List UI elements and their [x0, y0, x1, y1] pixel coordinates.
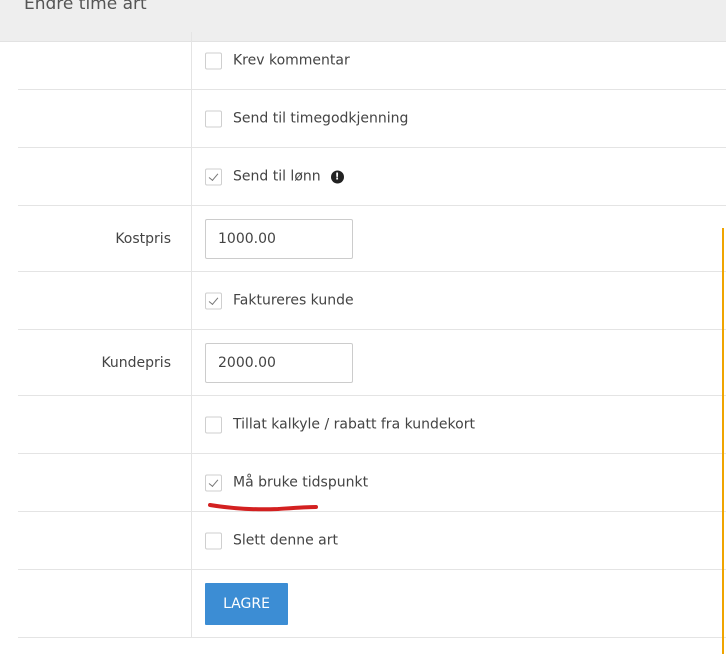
row-faktureres-kunde: Faktureres kunde	[18, 272, 726, 330]
checkbox-faktureres-kunde-wrap[interactable]: Faktureres kunde	[205, 292, 354, 309]
checkbox-ma-bruke-tidspunkt[interactable]	[205, 474, 222, 491]
row-ma-bruke-tidspunkt: Må bruke tidspunkt	[18, 454, 726, 512]
red-underline-annotation	[208, 503, 318, 512]
label-cell	[18, 32, 192, 89]
checkbox-slett-art[interactable]	[205, 532, 222, 549]
checkbox-krev-kommentar[interactable]	[205, 52, 222, 69]
label-cell	[18, 90, 192, 147]
label-cell	[18, 396, 192, 453]
field-cell: Slett denne art	[205, 512, 726, 569]
kundepris-input[interactable]	[205, 342, 353, 383]
field-cell: Krev kommentar	[205, 32, 726, 89]
checkbox-tillat-kalkyle[interactable]	[205, 416, 222, 433]
label-cell: Kostpris	[18, 206, 192, 271]
label-cell	[18, 148, 192, 205]
row-kundepris: Kundepris	[18, 330, 726, 396]
kostpris-input[interactable]	[205, 218, 353, 259]
checkbox-send-timegodkjenning[interactable]	[205, 110, 222, 127]
checkbox-label: Krev kommentar	[233, 52, 350, 69]
orange-edge-line	[722, 228, 724, 654]
field-cell	[205, 330, 726, 395]
field-cell: Faktureres kunde	[205, 272, 726, 329]
checkbox-label: Send til timegodkjenning	[233, 110, 409, 127]
time-type-form: Krev kommentar Send til timegodkjenning …	[18, 32, 726, 638]
row-save: LAGRE	[18, 570, 726, 638]
checkbox-ma-bruke-tidspunkt-wrap[interactable]: Må bruke tidspunkt	[205, 474, 368, 491]
field-cell: Tillat kalkyle / rabatt fra kundekort	[205, 396, 726, 453]
checkbox-send-lonn-wrap[interactable]: Send til lønn !	[205, 168, 344, 185]
checkbox-slett-art-wrap[interactable]: Slett denne art	[205, 532, 338, 549]
checkbox-label: Tillat kalkyle / rabatt fra kundekort	[233, 416, 475, 433]
checkbox-label: Må bruke tidspunkt	[233, 474, 369, 491]
checkbox-label: Send til lønn	[233, 168, 321, 185]
label-cell: Kundepris	[18, 330, 192, 395]
field-cell: Send til lønn !	[205, 148, 726, 205]
dialog-title: Endre time art	[24, 0, 147, 14]
field-cell: LAGRE	[205, 570, 726, 637]
info-icon[interactable]: !	[330, 170, 344, 183]
label-cell	[18, 570, 192, 637]
checkbox-faktureres-kunde[interactable]	[205, 292, 222, 309]
row-slett-art: Slett denne art	[18, 512, 726, 570]
row-krev-kommentar: Krev kommentar	[18, 32, 726, 90]
field-cell: Send til timegodkjenning	[205, 90, 726, 147]
checkbox-tillat-kalkyle-wrap[interactable]: Tillat kalkyle / rabatt fra kundekort	[205, 416, 475, 433]
label-cell	[18, 272, 192, 329]
row-kostpris: Kostpris	[18, 206, 726, 272]
label-cell	[18, 454, 192, 511]
checkbox-send-timegodkjenning-wrap[interactable]: Send til timegodkjenning	[205, 110, 408, 127]
checkbox-krev-kommentar-wrap[interactable]: Krev kommentar	[205, 52, 350, 69]
kundepris-label: Kundepris	[101, 354, 171, 371]
row-send-timegodkjenning: Send til timegodkjenning	[18, 90, 726, 148]
checkbox-label: Slett denne art	[233, 532, 338, 549]
checkbox-label: Faktureres kunde	[233, 292, 354, 309]
field-cell	[205, 206, 726, 271]
row-tillat-kalkyle: Tillat kalkyle / rabatt fra kundekort	[18, 396, 726, 454]
checkbox-send-lonn[interactable]	[205, 168, 222, 185]
label-cell	[18, 512, 192, 569]
row-send-lonn: Send til lønn !	[18, 148, 726, 206]
kostpris-label: Kostpris	[115, 230, 171, 247]
save-button[interactable]: LAGRE	[205, 582, 288, 625]
